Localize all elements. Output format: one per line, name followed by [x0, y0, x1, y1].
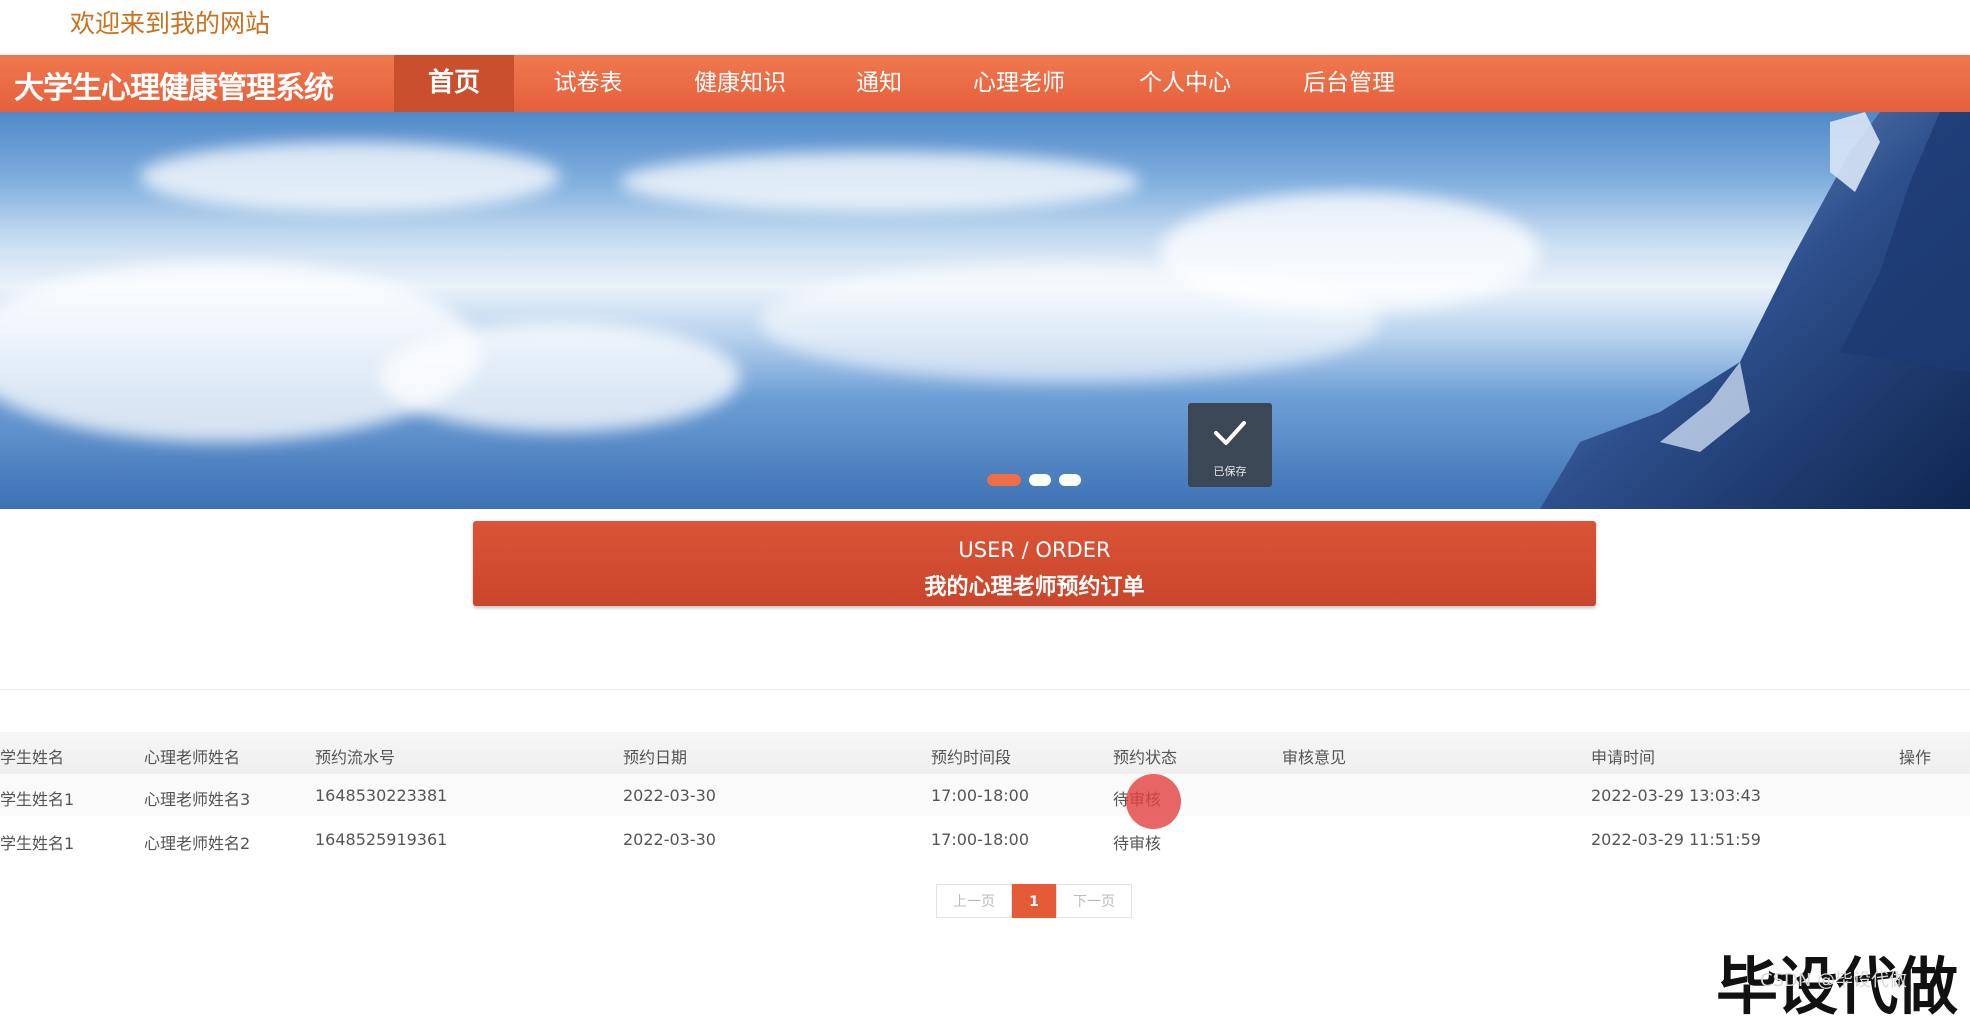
- carousel-dot-3[interactable]: [1059, 474, 1081, 486]
- cell-teacher-name: 心理老师姓名3: [144, 790, 251, 809]
- cell-teacher-name: 心理老师姓名2: [144, 834, 251, 853]
- cell-time-slot: 17:00-18:00: [931, 786, 1029, 805]
- section-title: USER / ORDER 我的心理老师预约订单: [473, 521, 1596, 606]
- col-actions: 操作: [1899, 748, 1932, 767]
- checkmark-icon: [1214, 421, 1246, 445]
- col-review: 审核意见: [1282, 748, 1347, 767]
- nav-personal-center[interactable]: 个人中心: [1120, 55, 1250, 112]
- table-row[interactable]: 学生姓名1 心理老师姓名2 1648525919361 2022-03-30 1…: [0, 818, 1970, 860]
- nav-home[interactable]: 首页: [394, 55, 514, 112]
- table-row[interactable]: 学生姓名1 心理老师姓名3 1648530223381 2022-03-30 1…: [0, 774, 1970, 816]
- page-1-button[interactable]: 1: [1012, 884, 1056, 918]
- cell-date: 2022-03-30: [623, 786, 716, 805]
- site-brand[interactable]: 大学生心理健康管理系统: [14, 63, 334, 107]
- section-title-zh: 我的心理老师预约订单: [924, 575, 1145, 600]
- cell-date: 2022-03-30: [623, 830, 716, 849]
- main-navbar: 大学生心理健康管理系统 首页 试卷表 健康知识 通知 心理老师 个人中心 后台管…: [0, 55, 1970, 112]
- toast-message: 已保存: [1213, 465, 1247, 478]
- cell-serial-no: 1648530223381: [315, 786, 448, 805]
- welcome-text: 欢迎来到我的网站: [70, 9, 271, 38]
- col-serial-no: 预约流水号: [315, 748, 396, 767]
- col-teacher-name: 心理老师姓名: [144, 748, 241, 767]
- col-student-name: 学生姓名: [0, 748, 65, 767]
- carousel-dot-1[interactable]: [987, 474, 1021, 486]
- cell-time-slot: 17:00-18:00: [931, 830, 1029, 849]
- cell-student-name: 学生姓名1: [0, 790, 75, 809]
- hero-banner: [0, 112, 1970, 509]
- col-apply-time: 申请时间: [1591, 748, 1656, 767]
- prev-page-button[interactable]: 上一页: [936, 884, 1012, 918]
- cell-apply-time: 2022-03-29 11:51:59: [1591, 830, 1761, 849]
- watermark-small: CSDN @毕设代做: [1760, 970, 1908, 991]
- divider: [0, 689, 1970, 690]
- cell-student-name: 学生姓名1: [0, 834, 75, 853]
- next-page-button[interactable]: 下一页: [1056, 884, 1132, 918]
- cell-serial-no: 1648525919361: [315, 830, 448, 849]
- section-title-en: USER / ORDER: [958, 538, 1111, 562]
- nav-exam-papers[interactable]: 试卷表: [532, 55, 644, 112]
- cursor-highlight: [1126, 774, 1181, 829]
- nav-psych-teacher[interactable]: 心理老师: [958, 55, 1080, 112]
- col-status: 预约状态: [1113, 748, 1178, 767]
- mountain-illustration: [1540, 112, 1970, 509]
- nav-health-knowledge[interactable]: 健康知识: [676, 55, 804, 112]
- col-date: 预约日期: [623, 748, 688, 767]
- nav-admin[interactable]: 后台管理: [1284, 55, 1414, 112]
- col-time-slot: 预约时间段: [931, 748, 1012, 767]
- cell-status: 待审核: [1113, 834, 1162, 853]
- cell-apply-time: 2022-03-29 13:03:43: [1591, 786, 1761, 805]
- table-header-row: 学生姓名 心理老师姓名 预约流水号 预约日期 预约时间段 预约状态 审核意见 申…: [0, 732, 1970, 774]
- nav-notice[interactable]: 通知: [836, 55, 922, 112]
- carousel-dot-2[interactable]: [1029, 474, 1051, 486]
- saved-toast: 已保存: [1188, 403, 1272, 487]
